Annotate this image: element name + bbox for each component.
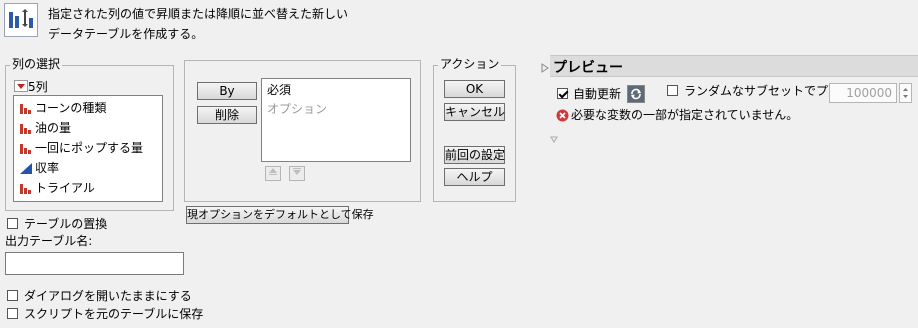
required-label: 必須 — [267, 83, 292, 97]
column-item-label: トライアル — [35, 181, 95, 195]
role-list[interactable]: 必須 オプション — [261, 78, 411, 162]
nominal-bar-icon — [20, 104, 31, 114]
expand-triangle-icon[interactable] — [550, 132, 558, 143]
replace-table-label: テーブルの置換 — [24, 217, 108, 231]
nominal-bar-icon — [20, 144, 31, 154]
error-icon — [556, 109, 569, 122]
preview-collapse-icon[interactable] — [540, 62, 550, 73]
error-message: 必要な変数の一部が指定されていません。 — [571, 108, 799, 122]
nominal-bar-icon — [20, 124, 31, 134]
random-subset-spinner[interactable] — [899, 83, 912, 103]
refresh-button[interactable] — [627, 85, 645, 103]
column-item[interactable]: トライアル — [19, 178, 95, 198]
refresh-icon — [631, 88, 641, 100]
ok-button[interactable]: OK — [444, 80, 505, 98]
column-item[interactable]: 収率 — [19, 158, 59, 178]
arrow-up-icon — [269, 168, 277, 175]
optional-label: オプション — [267, 102, 328, 116]
column-item[interactable]: 一回にポップする量 — [19, 138, 143, 158]
description-line-1: 指定された列の値で昇順または降順に並べ替えた新しい — [48, 7, 349, 21]
column-item-label: 一回にポップする量 — [35, 141, 144, 155]
arrow-down-icon — [293, 168, 301, 175]
preview-title: プレビュー — [553, 60, 623, 76]
move-up-button[interactable] — [265, 166, 281, 181]
replace-table-checkbox[interactable] — [7, 218, 18, 229]
save-script-checkbox[interactable] — [7, 308, 18, 319]
recall-button[interactable]: 前回の設定 — [444, 146, 505, 164]
keep-dialog-open-label: ダイアログを開いたままにする — [24, 289, 192, 303]
cancel-button[interactable]: キャンセル — [444, 103, 505, 121]
remove-button[interactable]: 削除 — [197, 106, 257, 124]
nominal-bar-icon — [20, 184, 31, 194]
column-selection-title: 列の選択 — [10, 57, 63, 71]
keep-dialog-open-checkbox[interactable] — [7, 290, 18, 301]
column-count-label: 5列 — [28, 80, 48, 94]
sort-dialog-icon — [4, 3, 38, 37]
column-list[interactable]: コーンの種類 油の量 一回にポップする量 収率 トライアル — [13, 95, 163, 202]
save-as-default-button[interactable]: 現オプションをデフォルトとして保存 — [186, 206, 374, 224]
column-item-label: コーンの種類 — [35, 101, 107, 115]
by-button[interactable]: By — [197, 82, 257, 100]
column-count-toggle[interactable]: 5列 — [14, 78, 48, 95]
column-item-label: 油の量 — [35, 121, 72, 135]
column-item[interactable]: 油の量 — [19, 118, 71, 138]
save-script-label: スクリプトを元のテーブルに保存 — [24, 307, 204, 321]
random-subset-checkbox[interactable] — [667, 85, 678, 96]
output-table-label: 出力テーブル名: — [5, 234, 93, 248]
actions-title: アクション — [438, 57, 502, 71]
output-table-input[interactable] — [5, 252, 184, 275]
auto-update-checkbox[interactable] — [557, 88, 568, 99]
description-line-2: データテーブルを作成する。 — [48, 27, 204, 41]
auto-update-label: 自動更新 — [573, 87, 622, 101]
continuous-triangle-icon — [20, 163, 32, 174]
spinner-arrows-icon — [903, 88, 908, 98]
move-down-button[interactable] — [289, 166, 305, 181]
column-item-label: 収率 — [35, 161, 60, 175]
help-button[interactable]: ヘルプ — [444, 168, 505, 186]
dropdown-triangle-icon — [14, 80, 28, 92]
random-subset-input[interactable]: 100000 — [829, 83, 897, 103]
column-item[interactable]: コーンの種類 — [19, 98, 106, 118]
